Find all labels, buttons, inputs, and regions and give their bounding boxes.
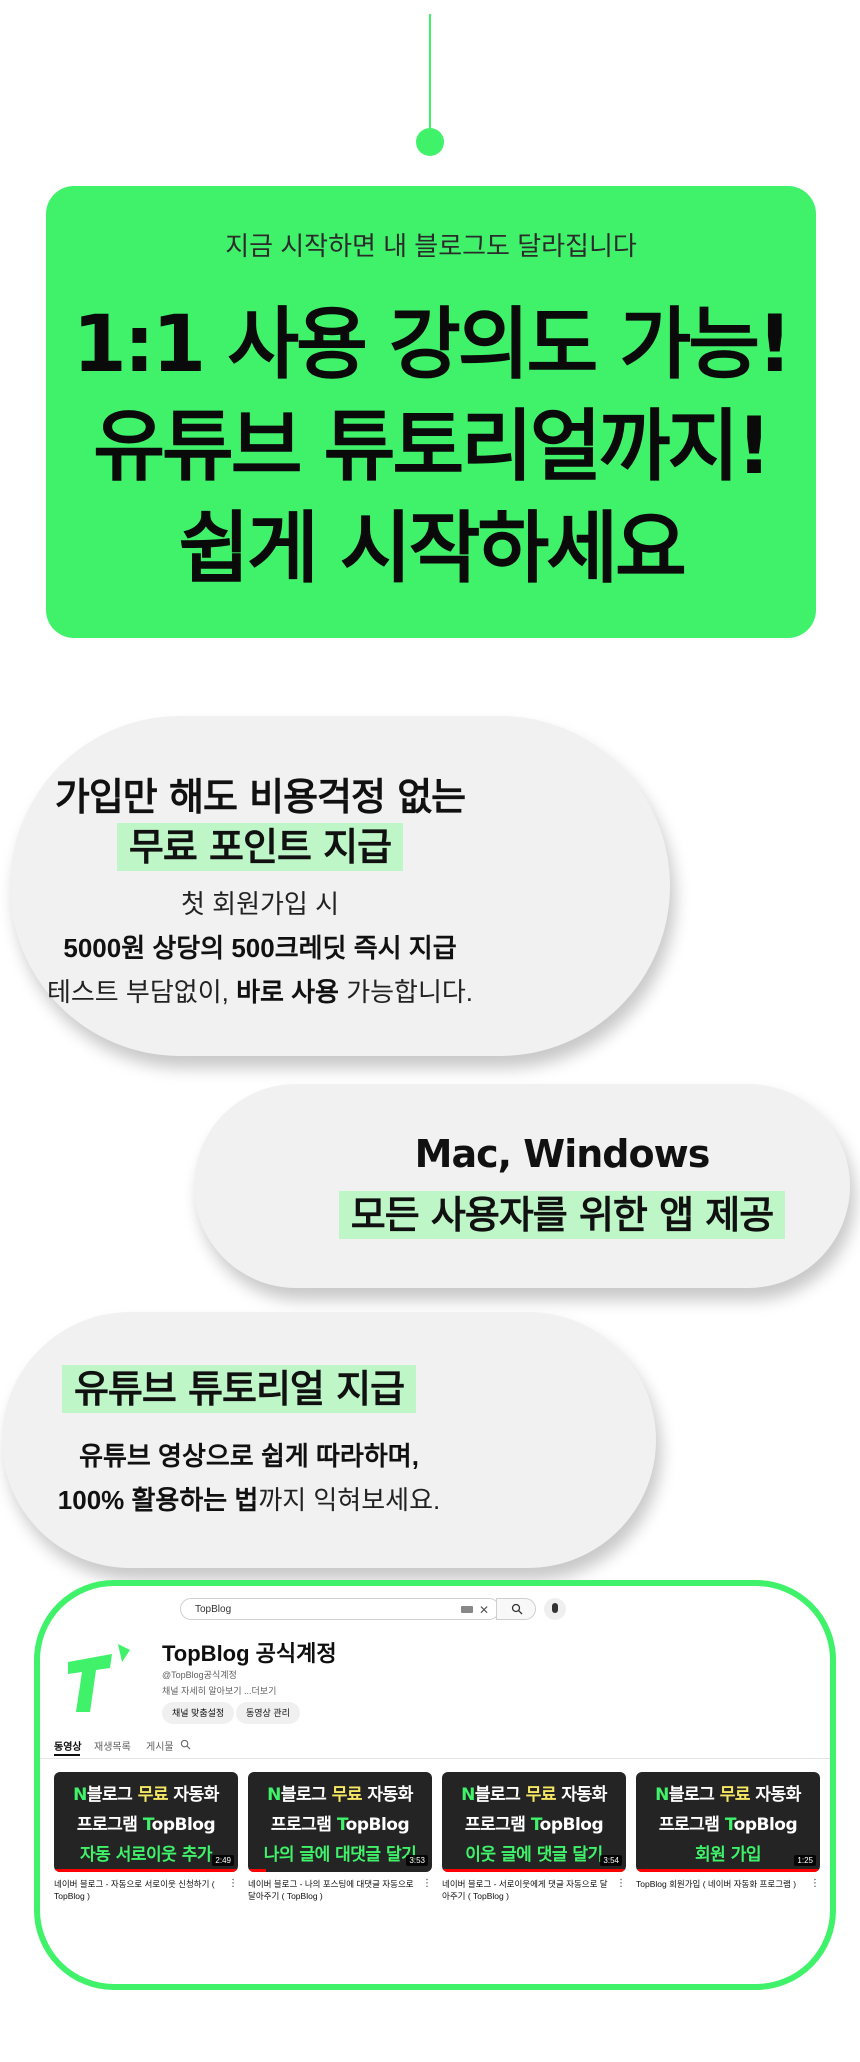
free-points-title: 가입만 해도 비용걱정 없는 <box>54 775 466 819</box>
video-thumbnail[interactable]: N블로그 무료 자동화 프로그램 TopBlog 자동 서로이웃 추가 2:49 <box>54 1772 238 1872</box>
thumbnail-caption: 회원 가입 <box>695 1845 761 1865</box>
youtube-tutorial-bold: 100% 활용하는 법 <box>57 1485 259 1515</box>
hero-banner: 지금 시작하면 내 블로그도 달라집니다 1:1 사용 강의도 가능! 유튜브 … <box>46 186 816 638</box>
app-platforms-bubble: Mac, Windows 모든 사용자를 위한 앱 제공 <box>194 1084 850 1288</box>
free-points-highlight: 무료 포인트 지급 <box>116 823 404 871</box>
free-points-bold: 바로 사용 <box>236 977 339 1007</box>
channel-name: TopBlog 공식계정 <box>162 1641 337 1666</box>
youtube-tutorial-line-2: 100% 활용하는 법까지 익혀보세요. <box>57 1485 441 1515</box>
more-options-icon[interactable]: ⋮ <box>616 1878 626 1889</box>
thumbnail-caption: 이웃 글에 댓글 달기 <box>465 1845 603 1865</box>
app-platforms-title: Mac, Windows <box>414 1132 711 1176</box>
channel-tabs: 동영상 재생목록 게시물 <box>54 1734 830 1756</box>
connector-dot <box>416 128 444 156</box>
video-thumbnail[interactable]: N블로그 무료 자동화 프로그램 TopBlog 이웃 글에 댓글 달기 3:5… <box>442 1772 626 1872</box>
free-points-bubble: 가입만 해도 비용걱정 없는 무료 포인트 지급 첫 회원가입 시 5000원 … <box>10 716 670 1056</box>
customize-channel-button[interactable]: 채널 맞춤설정 <box>162 1702 235 1724</box>
video-duration: 3:53 <box>406 1855 428 1866</box>
video-thumbnail[interactable]: N블로그 무료 자동화 프로그램 TopBlog 나의 글에 대댓글 달기 3:… <box>248 1772 432 1872</box>
channel-description[interactable]: 채널 자세히 알아보기 ...더보기 <box>162 1684 276 1697</box>
manage-videos-button[interactable]: 동영상 관리 <box>236 1702 300 1724</box>
video-title[interactable]: 네이버 블로그 - 자동으로 서로이웃 신청하기 ( TopBlog ) <box>54 1878 226 1902</box>
search-icon <box>511 1603 523 1615</box>
hero-title-line-2: 유튜브 튜토리얼까지! <box>93 402 772 492</box>
video-title[interactable]: 네이버 블로그 - 나의 포스팅에 대댓글 자동으로 달아주기 ( TopBlo… <box>248 1878 420 1902</box>
hero-title-line-1: 1:1 사용 강의도 가능! <box>72 300 792 390</box>
mic-icon[interactable] <box>544 1598 566 1620</box>
video-duration: 3:54 <box>600 1855 622 1866</box>
youtube-tutorial-highlight: 유튜브 튜토리얼 지급 <box>61 1365 417 1413</box>
channel-handle: @TopBlog공식계정 <box>162 1670 237 1680</box>
more-options-icon[interactable]: ⋮ <box>422 1878 432 1889</box>
close-icon[interactable]: ✕ <box>479 1599 489 1621</box>
free-points-line-2: 5000원 상당의 500크레딧 즉시 지급 <box>63 933 457 963</box>
video-thumbnail[interactable]: N블로그 무료 자동화 프로그램 TopBlog 회원 가입 1:25 <box>636 1772 820 1872</box>
tabs-divider <box>40 1758 830 1759</box>
search-icon[interactable] <box>180 1739 191 1750</box>
video-title[interactable]: TopBlog 회원가입 ( 네이버 자동화 프로그램 ) <box>636 1878 808 1890</box>
youtube-channel-screenshot: TopBlog ✕ TopBlog 공식계정 @TopBlog공식계정 채널 자… <box>34 1580 836 1990</box>
tab-playlists[interactable]: 재생목록 <box>94 1738 131 1753</box>
thumbnail-caption: 나의 글에 대댓글 달기 <box>263 1845 417 1865</box>
tab-posts[interactable]: 게시물 <box>146 1738 174 1753</box>
more-options-icon[interactable]: ⋮ <box>810 1878 820 1889</box>
topblog-logo-icon <box>68 1644 130 1712</box>
watch-progress-bar <box>248 1869 267 1872</box>
hero-title: 1:1 사용 강의도 가능! 유튜브 튜토리얼까지! 쉽게 시작하세요 <box>46 294 816 600</box>
keyboard-icon[interactable] <box>461 1606 473 1613</box>
app-platforms-highlight: 모든 사용자를 위한 앱 제공 <box>338 1191 786 1239</box>
video-title[interactable]: 네이버 블로그 - 서로이웃에게 댓글 자동으로 달아주기 ( TopBlog … <box>442 1878 614 1902</box>
hero-subtitle: 지금 시작하면 내 블로그도 달라집니다 <box>225 231 637 261</box>
watch-progress-bar <box>636 1869 820 1872</box>
youtube-tutorial-line-1: 유튜브 영상으로 쉽게 따라하며, <box>79 1441 419 1471</box>
free-points-line-1: 첫 회원가입 시 <box>181 889 339 919</box>
youtube-tutorial-bubble: 유튜브 튜토리얼 지급 유튜브 영상으로 쉽게 따라하며, 100% 활용하는 … <box>2 1312 656 1568</box>
video-duration: 1:25 <box>794 1855 816 1866</box>
thumbnail-caption: 자동 서로이웃 추가 <box>80 1845 212 1865</box>
connector-line <box>429 14 431 134</box>
more-options-icon[interactable]: ⋮ <box>228 1878 238 1889</box>
tab-videos[interactable]: 동영상 <box>54 1738 82 1753</box>
hero-title-line-3: 쉽게 시작하세요 <box>178 504 686 594</box>
video-duration: 2:49 <box>212 1855 234 1866</box>
search-button[interactable] <box>496 1598 536 1620</box>
free-points-line-3: 테스트 부담없이, 바로 사용 가능합니다. <box>46 977 474 1007</box>
search-input[interactable]: TopBlog ✕ <box>180 1598 500 1620</box>
active-tab-indicator <box>54 1754 80 1756</box>
watch-progress-bar <box>54 1869 238 1872</box>
watch-progress-bar <box>442 1869 626 1872</box>
